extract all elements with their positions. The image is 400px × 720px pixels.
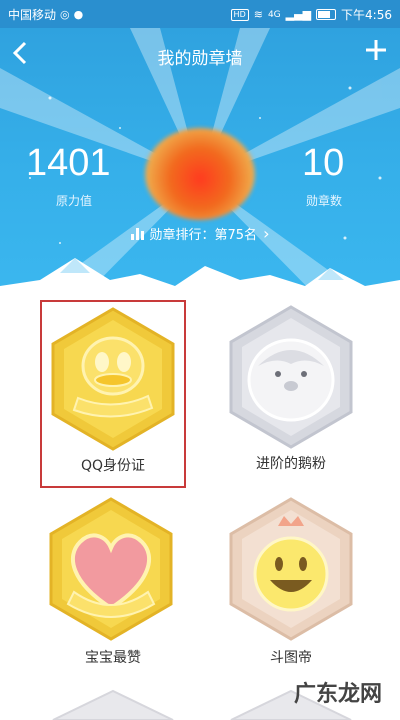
- hd-badge: HD: [230, 8, 249, 21]
- badge-label: 斗图帝: [270, 650, 312, 666]
- badge-card-qq-id[interactable]: QQ身份证: [40, 300, 186, 488]
- status-bar: 中国移动 ◎ ● HD ≋ 4G ▂▄▆ 下午4:56: [0, 0, 400, 28]
- network-type: 4G: [267, 9, 281, 20]
- message-bubble-icon: ●: [73, 7, 84, 21]
- heart-gold-icon: [49, 497, 173, 641]
- status-right: HD ≋ 4G ▂▄▆ 下午4:56: [230, 6, 392, 23]
- add-button[interactable]: [362, 38, 390, 68]
- avatar[interactable]: [145, 128, 255, 220]
- badge-rank-link[interactable]: 勋章排行：第75名 ›: [0, 224, 400, 243]
- badge-count-value: 10: [302, 142, 345, 184]
- rank-text: 勋章排行：第75名: [149, 228, 258, 243]
- signal-icon: ▂▄▆: [285, 7, 312, 21]
- badge-card-penguin-fan[interactable]: 进阶的鹅粉: [218, 300, 364, 488]
- hd-voice-icon: ◎: [60, 7, 70, 21]
- clock-time: 下午4:56: [341, 8, 392, 22]
- badge-label: QQ身份证: [80, 458, 146, 474]
- battery-icon: [316, 9, 337, 20]
- page-title: 我的勋章墙: [157, 49, 243, 69]
- power-value: 1401: [26, 142, 111, 184]
- qq-penguin-gold-icon: [51, 307, 175, 451]
- chevron-right-icon: ›: [263, 224, 270, 243]
- plus-icon: [366, 40, 386, 60]
- badge-card-meme-king[interactable]: 斗图帝: [218, 494, 364, 682]
- watermark: 广东龙网: [293, 682, 382, 707]
- badge-count-label: 勋章数: [306, 194, 343, 208]
- badge-label: 宝宝最赞: [85, 650, 141, 666]
- smiley-crown-icon: [229, 497, 353, 641]
- badge-peek-left: [52, 689, 174, 720]
- power-label: 原力值: [56, 194, 93, 208]
- wifi-icon: ≋: [253, 7, 263, 21]
- carrier-name: 中国移动: [8, 8, 57, 22]
- badge-card-baby-best[interactable]: 宝宝最赞: [40, 494, 186, 682]
- bar-chart-icon: [130, 227, 144, 240]
- hero-banner: 我的勋章墙 1401 原力值 10 勋章数 勋章排行：第75名 ›: [0, 28, 400, 300]
- badge-label: 进阶的鹅粉: [256, 456, 326, 472]
- status-left: 中国移动 ◎ ●: [8, 6, 83, 23]
- penguin-silver-icon: [229, 305, 353, 449]
